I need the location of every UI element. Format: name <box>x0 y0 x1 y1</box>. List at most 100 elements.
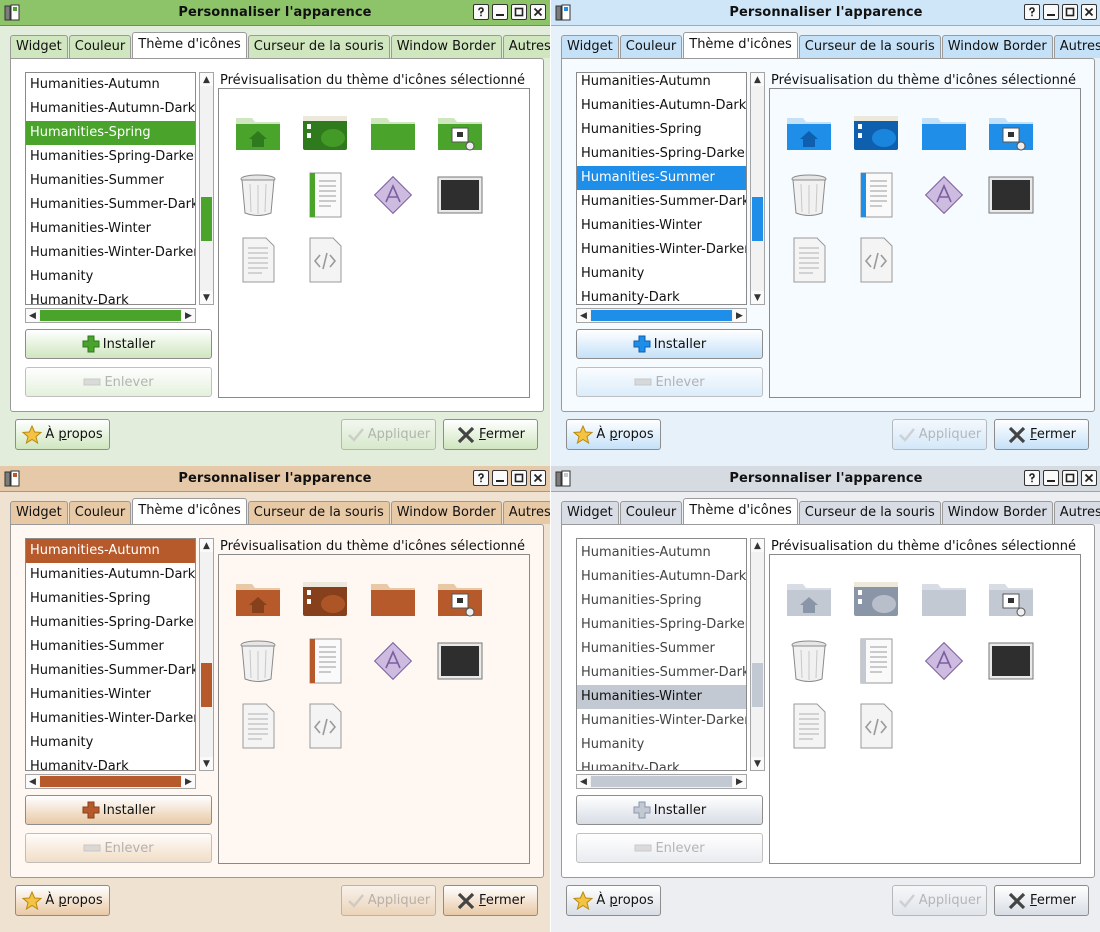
apply-button[interactable]: Appliquer <box>341 885 436 916</box>
horizontal-scroll-thumb[interactable] <box>40 310 181 321</box>
theme-list-vertical-scrollbar[interactable]: ▲ ▼ <box>750 538 765 771</box>
theme-list-horizontal-scrollbar[interactable]: ◀ ▶ <box>576 308 747 323</box>
scroll-down-icon[interactable]: ▼ <box>751 757 764 770</box>
list-item[interactable]: Humanities-Summer <box>26 635 195 659</box>
tab-window-border[interactable]: Window Border <box>941 501 1053 524</box>
vertical-scroll-thumb[interactable] <box>752 197 763 241</box>
install-button[interactable]: Installer <box>25 329 212 359</box>
list-item[interactable]: Humanities-Winter-Darker <box>577 709 746 733</box>
list-item[interactable]: Humanities-Winter-Darker <box>26 241 195 265</box>
close-window-button[interactable] <box>1081 470 1097 486</box>
list-item[interactable]: Humanity <box>26 265 195 289</box>
scroll-left-icon[interactable]: ◀ <box>26 309 39 322</box>
scroll-right-icon[interactable]: ▶ <box>733 775 746 788</box>
list-item[interactable]: Humanities-Autumn <box>577 73 746 94</box>
close-window-button[interactable] <box>530 470 546 486</box>
tab-other[interactable]: Autres <box>502 35 550 58</box>
list-item[interactable]: Humanities-Summer <box>26 169 195 193</box>
about-button[interactable]: À propos <box>566 885 661 916</box>
maximize-button[interactable] <box>511 470 527 486</box>
scroll-right-icon[interactable]: ▶ <box>733 309 746 322</box>
horizontal-scroll-thumb[interactable] <box>591 776 732 787</box>
list-item[interactable]: Humanities-Spring <box>26 587 195 611</box>
list-item[interactable]: Humanities-Autumn-Darker <box>26 97 195 121</box>
list-item[interactable]: Humanities-Spring <box>577 589 746 613</box>
remove-button[interactable]: Enlever <box>25 833 212 863</box>
theme-list[interactable]: Humanities-Autumn Humanities-Autumn-Dark… <box>576 72 747 305</box>
tab-window-border[interactable]: Window Border <box>390 501 502 524</box>
list-item[interactable]: Humanity <box>26 731 195 755</box>
close-button[interactable]: Fermer <box>443 419 538 450</box>
tab-color[interactable]: Couleur <box>619 501 683 524</box>
theme-list-vertical-scrollbar[interactable]: ▲ ▼ <box>199 538 214 771</box>
list-item[interactable]: Humanities-Autumn <box>26 73 195 97</box>
about-button[interactable]: À propos <box>566 419 661 450</box>
list-item[interactable]: Humanities-Spring-Darker <box>26 145 195 169</box>
list-item[interactable]: Humanity <box>577 262 746 286</box>
help-button[interactable] <box>473 470 489 486</box>
list-item[interactable]: Humanities-Autumn <box>26 539 195 563</box>
vertical-scroll-thumb[interactable] <box>752 663 763 707</box>
tab-window-border[interactable]: Window Border <box>941 35 1053 58</box>
scroll-left-icon[interactable]: ◀ <box>577 775 590 788</box>
theme-list[interactable]: Humanities-Autumn Humanities-Autumn-Dark… <box>576 538 747 771</box>
title-bar[interactable]: Personnaliser l'apparence <box>551 466 1100 492</box>
tab-icon-theme[interactable]: Thème d'icônes <box>683 498 798 524</box>
list-item[interactable]: Humanities-Autumn-Darker <box>577 94 746 118</box>
scroll-up-icon[interactable]: ▲ <box>751 73 764 86</box>
tab-other[interactable]: Autres <box>502 501 550 524</box>
apply-button[interactable]: Appliquer <box>341 419 436 450</box>
list-item[interactable]: Humanity-Dark <box>26 289 195 304</box>
list-item[interactable]: Humanities-Summer-Darker <box>577 661 746 685</box>
tab-icon-theme[interactable]: Thème d'icônes <box>132 32 247 58</box>
list-item[interactable]: Humanities-Winter <box>26 217 195 241</box>
list-item[interactable]: Humanity-Dark <box>577 286 746 304</box>
list-item[interactable]: Humanity-Dark <box>26 755 195 770</box>
tab-other[interactable]: Autres <box>1053 501 1100 524</box>
remove-button[interactable]: Enlever <box>576 367 763 397</box>
maximize-button[interactable] <box>511 4 527 20</box>
remove-button[interactable]: Enlever <box>576 833 763 863</box>
apply-button[interactable]: Appliquer <box>892 419 987 450</box>
close-button[interactable]: Fermer <box>994 419 1089 450</box>
theme-list[interactable]: Humanities-Autumn Humanities-Autumn-Dark… <box>25 538 196 771</box>
list-item[interactable]: Humanities-Spring-Darker <box>577 142 746 166</box>
close-button[interactable]: Fermer <box>443 885 538 916</box>
theme-list-horizontal-scrollbar[interactable]: ◀ ▶ <box>25 308 196 323</box>
tab-mouse-cursor[interactable]: Curseur de la souris <box>798 501 941 524</box>
tab-widget[interactable]: Widget <box>10 35 68 58</box>
list-item[interactable]: Humanities-Spring-Darker <box>577 613 746 637</box>
horizontal-scroll-thumb[interactable] <box>591 310 732 321</box>
maximize-button[interactable] <box>1062 470 1078 486</box>
tab-color[interactable]: Couleur <box>68 501 132 524</box>
tab-other[interactable]: Autres <box>1053 35 1100 58</box>
list-item[interactable]: Humanities-Winter <box>577 685 746 709</box>
tab-icon-theme[interactable]: Thème d'icônes <box>683 32 798 58</box>
theme-list-horizontal-scrollbar[interactable]: ◀ ▶ <box>576 774 747 789</box>
remove-button[interactable]: Enlever <box>25 367 212 397</box>
list-item[interactable]: Humanities-Spring <box>26 121 195 145</box>
title-bar[interactable]: Personnaliser l'apparence <box>551 0 1100 26</box>
about-button[interactable]: À propos <box>15 419 110 450</box>
minimize-button[interactable] <box>492 4 508 20</box>
list-item[interactable]: Humanities-Summer-Darker <box>26 193 195 217</box>
list-item[interactable]: Humanities-Winter-Darker <box>577 238 746 262</box>
list-item[interactable]: Humanities-Winter <box>577 214 746 238</box>
vertical-scroll-thumb[interactable] <box>201 197 212 241</box>
theme-list-vertical-scrollbar[interactable]: ▲ ▼ <box>750 72 765 305</box>
scroll-up-icon[interactable]: ▲ <box>200 73 213 86</box>
vertical-scroll-thumb[interactable] <box>201 663 212 707</box>
scroll-up-icon[interactable]: ▲ <box>200 539 213 552</box>
tab-widget[interactable]: Widget <box>10 501 68 524</box>
theme-list-horizontal-scrollbar[interactable]: ◀ ▶ <box>25 774 196 789</box>
help-button[interactable] <box>1024 4 1040 20</box>
list-item[interactable]: Humanities-Winter <box>26 683 195 707</box>
list-item[interactable]: Humanities-Autumn <box>577 541 746 565</box>
minimize-button[interactable] <box>492 470 508 486</box>
about-button[interactable]: À propos <box>15 885 110 916</box>
install-button[interactable]: Installer <box>576 329 763 359</box>
help-button[interactable] <box>1024 470 1040 486</box>
apply-button[interactable]: Appliquer <box>892 885 987 916</box>
scroll-down-icon[interactable]: ▼ <box>751 291 764 304</box>
horizontal-scroll-thumb[interactable] <box>40 776 181 787</box>
